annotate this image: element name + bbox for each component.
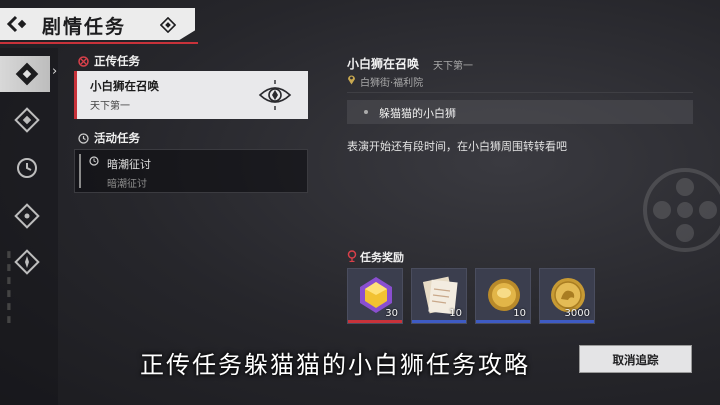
- location-pin-icon: [348, 75, 355, 85]
- active-indicator: [74, 71, 77, 119]
- header: 剧情任务: [0, 8, 200, 44]
- quest-subtitle: 天下第一: [90, 101, 130, 112]
- bullet-dot: [364, 110, 368, 114]
- quest-title: 暗潮征讨: [107, 158, 151, 171]
- film-reel-decoration: [643, 168, 720, 252]
- objective-row: 躲猫猫的小白狮: [347, 100, 693, 124]
- reward-section-label: 任务奖励: [360, 251, 404, 264]
- page-title: 剧情任务: [42, 16, 127, 38]
- rarity-bar: [412, 320, 466, 323]
- main-quest-icon[interactable]: [14, 61, 40, 87]
- rarity-bar: [540, 320, 594, 323]
- objective-text: 躲猫猫的小白狮: [379, 107, 456, 120]
- rarity-bar: [476, 320, 530, 323]
- reward-item[interactable]: 10: [475, 268, 531, 324]
- quest-subtitle: 暗潮征讨: [107, 179, 147, 190]
- detail-location: 白狮街·福利院: [360, 78, 424, 89]
- rarity-bar: [348, 320, 402, 323]
- reward-count: 10: [449, 308, 462, 319]
- reward-count: 10: [513, 308, 526, 319]
- video-caption: 正传任务躲猫猫的小白狮任务攻略: [140, 351, 530, 379]
- clock-icon[interactable]: [14, 155, 40, 181]
- reward-item[interactable]: 30: [347, 268, 403, 324]
- side-decoration: ▮▮▮▮▮▮: [4, 250, 14, 328]
- detail-description: 表演开始还有段时间，在小白狮周围转转看吧: [347, 140, 567, 153]
- tracking-eye-icon: [258, 80, 292, 110]
- event-quest-section-icon: [78, 133, 89, 144]
- card-indicator: [79, 154, 81, 188]
- reward-item[interactable]: 3000: [539, 268, 595, 324]
- diamond-compass-icon[interactable]: [14, 203, 40, 229]
- quest-card-event[interactable]: 暗潮征讨 暗潮征讨: [74, 149, 308, 193]
- chevron-right-icon: ›: [52, 64, 58, 79]
- back-arrow-icon[interactable]: [6, 14, 32, 34]
- reward-count: 3000: [564, 308, 590, 319]
- cancel-tracking-button[interactable]: 取消追踪: [579, 345, 692, 373]
- reward-pin-icon: [347, 250, 357, 262]
- quest-title: 小白狮在召唤: [90, 79, 159, 93]
- header-accent-line: [0, 42, 198, 44]
- main-quest-section-label: 正传任务: [94, 54, 140, 68]
- star-compass-icon[interactable]: [14, 249, 40, 275]
- quest-card-main[interactable]: 小白狮在召唤 天下第一: [74, 71, 308, 119]
- reward-item[interactable]: 10: [411, 268, 467, 324]
- gem-icon[interactable]: [14, 107, 40, 133]
- detail-title: 小白狮在召唤: [347, 57, 420, 71]
- event-quest-section-label: 活动任务: [94, 131, 140, 145]
- detail-subtitle: 天下第一: [433, 61, 473, 72]
- divider: [347, 92, 693, 93]
- main-quest-section-icon: [78, 56, 89, 67]
- diamond-icon[interactable]: [160, 17, 176, 33]
- clock-icon: [89, 156, 99, 166]
- reward-count: 30: [385, 308, 398, 319]
